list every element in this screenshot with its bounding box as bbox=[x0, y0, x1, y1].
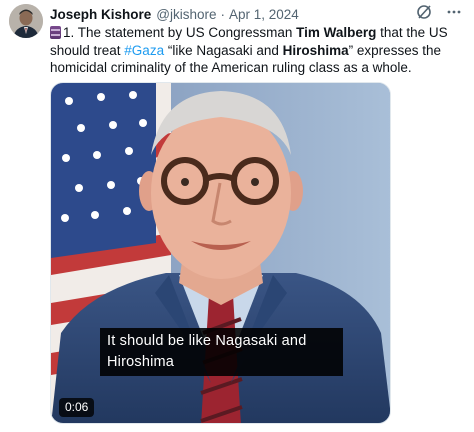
tweet-date[interactable]: Apr 1, 2024 bbox=[229, 7, 299, 22]
grok-icon[interactable] bbox=[416, 4, 432, 20]
author-name[interactable]: Joseph Kishore bbox=[50, 7, 151, 22]
video-player[interactable]: It should be like Nagasaki and Hiroshima… bbox=[50, 82, 391, 424]
caption-line: It should be like Nagasaki and bbox=[107, 333, 307, 349]
tweet-text-part: 1. The statement by US Congressman bbox=[63, 25, 297, 40]
emphasis-word: Hiroshima bbox=[282, 42, 349, 58]
separator-dot: · bbox=[220, 6, 226, 22]
header-actions bbox=[416, 4, 462, 20]
mention-name: Tim Walberg bbox=[296, 25, 377, 40]
tweet-text: 1. The statement by US Congressman Tim W… bbox=[50, 24, 470, 77]
more-icon[interactable] bbox=[446, 4, 462, 20]
avatar-image bbox=[9, 4, 43, 38]
author-handle[interactable]: @jkishore bbox=[156, 7, 216, 22]
tweet-header: Joseph Kishore @jkishore · Apr 1, 2024 bbox=[50, 5, 462, 23]
video-duration-badge: 0:06 bbox=[59, 398, 95, 417]
video-caption: It should be like Nagasaki and Hiroshima bbox=[100, 328, 343, 376]
tweet: Joseph Kishore @jkishore · Apr 1, 2024 1… bbox=[0, 0, 474, 432]
tweet-text-part: “like Nagasaki and bbox=[164, 42, 283, 58]
scroll-emoji-icon bbox=[50, 26, 61, 39]
caption-line: Hiroshima bbox=[107, 354, 175, 370]
avatar[interactable] bbox=[9, 4, 43, 38]
hashtag-link[interactable]: #Gaza bbox=[124, 43, 164, 58]
